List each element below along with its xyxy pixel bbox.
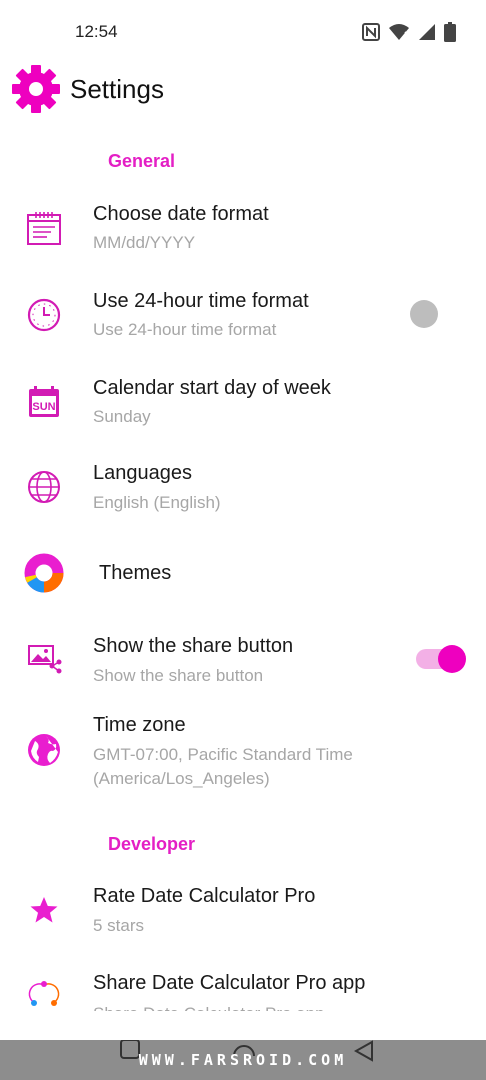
section-title-general: General (108, 151, 176, 171)
setting-subtitle: English (English) (93, 493, 221, 512)
setting-themes[interactable]: Themes (0, 538, 486, 618)
setting-subtitle-line2: (America/Los_Angeles) (93, 769, 270, 788)
setting-subtitle-line1: GMT-07:00, Pacific Standard Time (93, 745, 353, 764)
setting-subtitle: MM/dd/YYYY (93, 233, 196, 252)
star-icon (24, 890, 64, 930)
color-ring-icon (24, 553, 64, 593)
setting-subtitle: Share Date Calculator Pro app (93, 1002, 325, 1011)
setting-languages[interactable]: Languages English (English) (0, 451, 486, 537)
app-header: Settings (10, 62, 164, 116)
image-share-icon (24, 638, 64, 678)
share-dots-icon (24, 975, 64, 1011)
status-time: 12:54 (75, 22, 118, 41)
nfc-icon (362, 23, 380, 41)
setting-title: Share Date Calculator Pro app (93, 972, 366, 994)
setting-title: Use 24-hour time format (93, 290, 309, 312)
battery-icon (444, 22, 456, 42)
setting-title: Languages (93, 462, 192, 484)
status-bar: 12:54 (0, 0, 486, 60)
setting-date-format[interactable]: Choose date format MM/dd/YYYY (0, 190, 486, 276)
setting-title: Show the share button (93, 635, 294, 657)
time-format-toggle[interactable] (410, 300, 438, 328)
page-title: Settings (70, 73, 164, 104)
setting-title: Rate Date Calculator Pro (93, 885, 316, 907)
calendar-list-icon (24, 208, 64, 248)
setting-title: Themes (99, 562, 172, 584)
share-toggle-knob[interactable] (438, 645, 466, 673)
setting-subtitle: 5 stars (93, 916, 145, 935)
signal-icon (419, 24, 435, 40)
gear-icon (12, 65, 60, 113)
setting-subtitle: Use 24-hour time format (93, 320, 277, 339)
clock-icon (24, 295, 64, 335)
setting-share-app[interactable]: Share Date Calculator Pro app Share Date… (0, 959, 486, 1011)
setting-start-day[interactable]: SUN Calendar start day of week Sunday (0, 364, 486, 450)
setting-subtitle: Sunday (93, 407, 151, 426)
calendar-sun-icon: SUN (24, 382, 64, 422)
setting-title: Calendar start day of week (93, 377, 331, 399)
setting-time-format[interactable]: Use 24-hour time format Use 24-hour time… (0, 277, 486, 363)
setting-subtitle: Show the share button (93, 666, 264, 685)
setting-time-zone[interactable]: Time zone GMT-07:00, Pacific Standard Ti… (0, 706, 486, 806)
nav-bar: WWW.FARSROID.COM (0, 1040, 486, 1080)
setting-share-button[interactable]: Show the share button Show the share but… (0, 622, 486, 704)
globe-icon (24, 467, 64, 507)
watermark-text: WWW.FARSROID.COM (138, 1051, 348, 1069)
setting-title: Time zone (93, 714, 186, 736)
section-title-developer: Developer (108, 834, 196, 854)
earth-icon (24, 730, 64, 770)
setting-title: Choose date format (93, 203, 269, 225)
wifi-icon (389, 24, 410, 40)
setting-rate[interactable]: Rate Date Calculator Pro 5 stars (0, 872, 486, 958)
sun-badge: SUN (32, 401, 55, 413)
status-icons (362, 22, 456, 42)
